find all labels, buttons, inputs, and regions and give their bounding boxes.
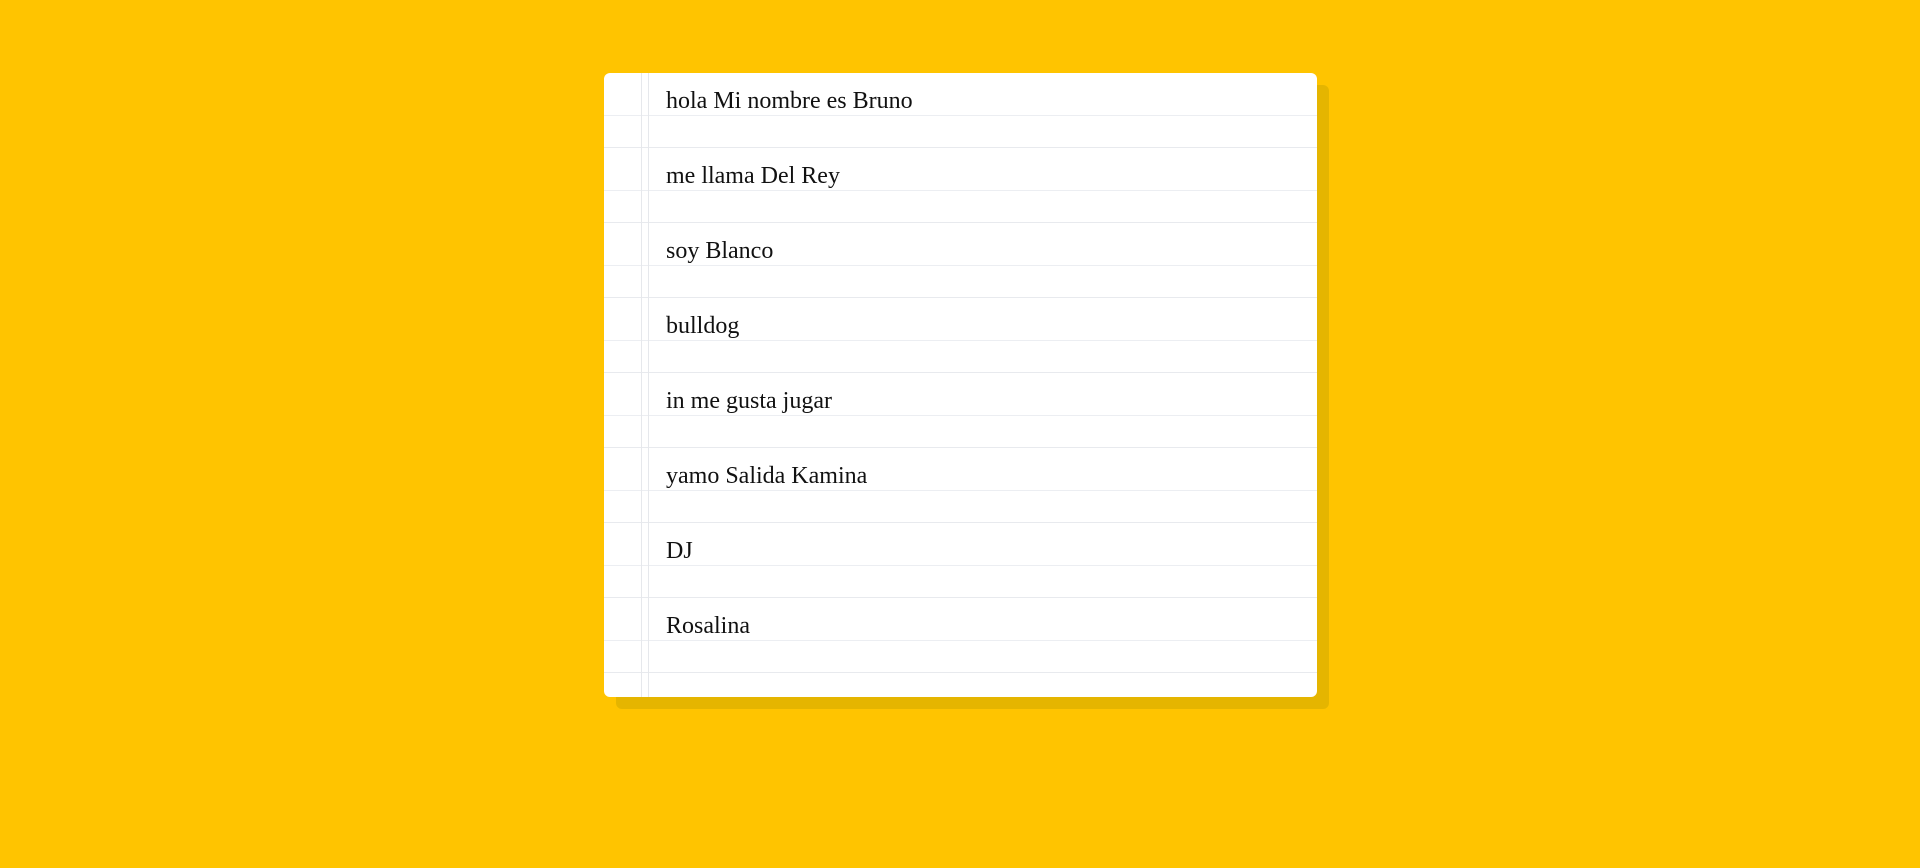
note-line: soy Blanco <box>666 238 774 264</box>
margin-line <box>641 73 642 697</box>
note-line: hola Mi nombre es Bruno <box>666 88 913 114</box>
note-line: Rosalina <box>666 613 750 639</box>
note-line: DJ <box>666 538 693 564</box>
note-line: bulldog <box>666 313 740 339</box>
margin-line <box>648 73 649 697</box>
note-line: yamo Salida Kamina <box>666 463 868 489</box>
note-line: me llama Del Rey <box>666 163 840 189</box>
notebook-paper[interactable]: hola Mi nombre es Bruno me llama Del Rey… <box>604 73 1317 697</box>
note-lines: hola Mi nombre es Bruno me llama Del Rey… <box>666 73 1317 673</box>
note-line: in me gusta jugar <box>666 388 832 414</box>
